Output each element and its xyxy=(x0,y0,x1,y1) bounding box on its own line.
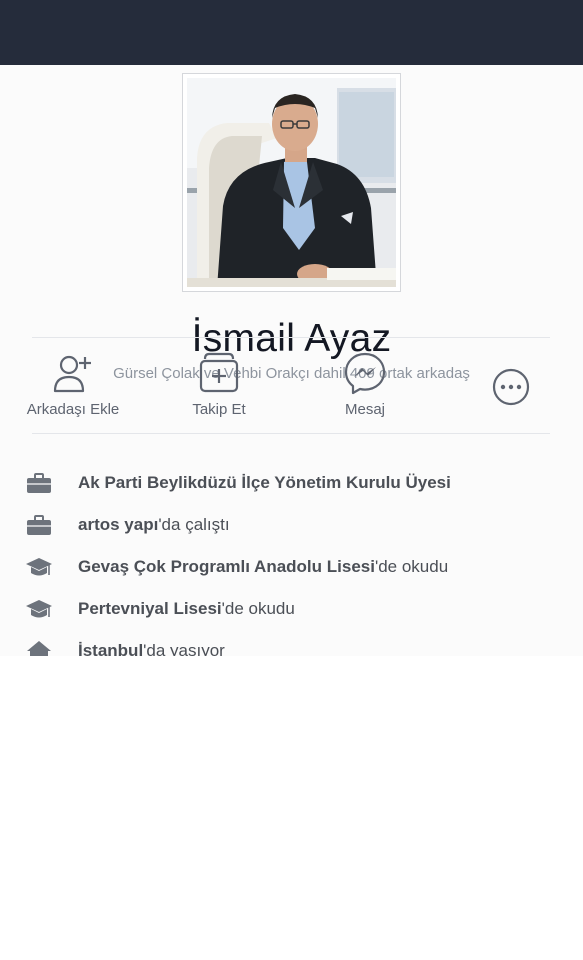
profile-actions: Arkadaşı Ekle Takip Et Mesaj xyxy=(0,351,583,431)
add-friend-button[interactable]: Arkadaşı Ekle xyxy=(13,351,133,418)
info-suffix: 'da çalıştı xyxy=(158,515,230,534)
info-row-education[interactable]: Gevaş Çok Programlı Anadolu Lisesi'de ok… xyxy=(0,553,583,583)
info-link[interactable]: İstanbul xyxy=(78,641,143,656)
profile-photo-image xyxy=(187,78,396,287)
info-row-work[interactable]: Ak Parti Beylikdüzü İlçe Yönetim Kurulu … xyxy=(0,469,583,499)
add-friend-icon xyxy=(13,351,133,395)
info-link[interactable]: artos yapı xyxy=(78,515,158,534)
cover-photo[interactable] xyxy=(0,0,583,65)
follow-button[interactable]: Takip Et xyxy=(159,351,279,418)
message-button[interactable]: Mesaj xyxy=(305,351,425,418)
info-link[interactable]: Ak Parti Beylikdüzü İlçe Yönetim Kurulu … xyxy=(78,473,451,492)
profile-picture[interactable] xyxy=(182,73,401,292)
info-text: Pertevniyal Lisesi'de okudu xyxy=(78,599,295,619)
add-friend-label: Arkadaşı Ekle xyxy=(26,401,120,418)
graduation-cap-icon xyxy=(25,595,53,623)
info-text: Gevaş Çok Programlı Anadolu Lisesi'de ok… xyxy=(78,557,448,577)
info-link[interactable]: Pertevniyal Lisesi xyxy=(78,599,222,618)
graduation-cap-icon xyxy=(25,553,53,581)
messenger-icon xyxy=(305,351,425,395)
info-link[interactable]: Gevaş Çok Programlı Anadolu Lisesi xyxy=(78,557,375,576)
info-suffix: 'de okudu xyxy=(374,557,449,576)
message-label: Mesaj xyxy=(344,401,385,418)
info-text: İstanbul'da yaşıyor xyxy=(78,641,225,656)
info-text: Ak Parti Beylikdüzü İlçe Yönetim Kurulu … xyxy=(78,473,451,493)
follow-icon xyxy=(159,351,279,395)
more-icon xyxy=(451,367,571,411)
info-row-work[interactable]: artos yapı'da çalıştı xyxy=(0,511,583,541)
more-options-button[interactable] xyxy=(451,367,571,411)
briefcase-icon xyxy=(25,511,53,539)
info-row-hometown[interactable]: İstanbul'da yaşıyor xyxy=(0,637,583,656)
info-text: artos yapı'da çalıştı xyxy=(78,515,230,535)
divider xyxy=(32,337,550,338)
info-suffix: 'da yaşıyor xyxy=(143,641,225,656)
profile-card: İsmail Ayaz Gürsel Çolak ve Vehbi Orakçı… xyxy=(0,65,583,656)
info-suffix: 'de okudu xyxy=(221,599,295,618)
home-icon xyxy=(25,637,53,656)
divider xyxy=(32,433,550,434)
briefcase-icon xyxy=(25,469,53,497)
info-row-education[interactable]: Pertevniyal Lisesi'de okudu xyxy=(0,595,583,625)
follow-label: Takip Et xyxy=(192,401,246,418)
